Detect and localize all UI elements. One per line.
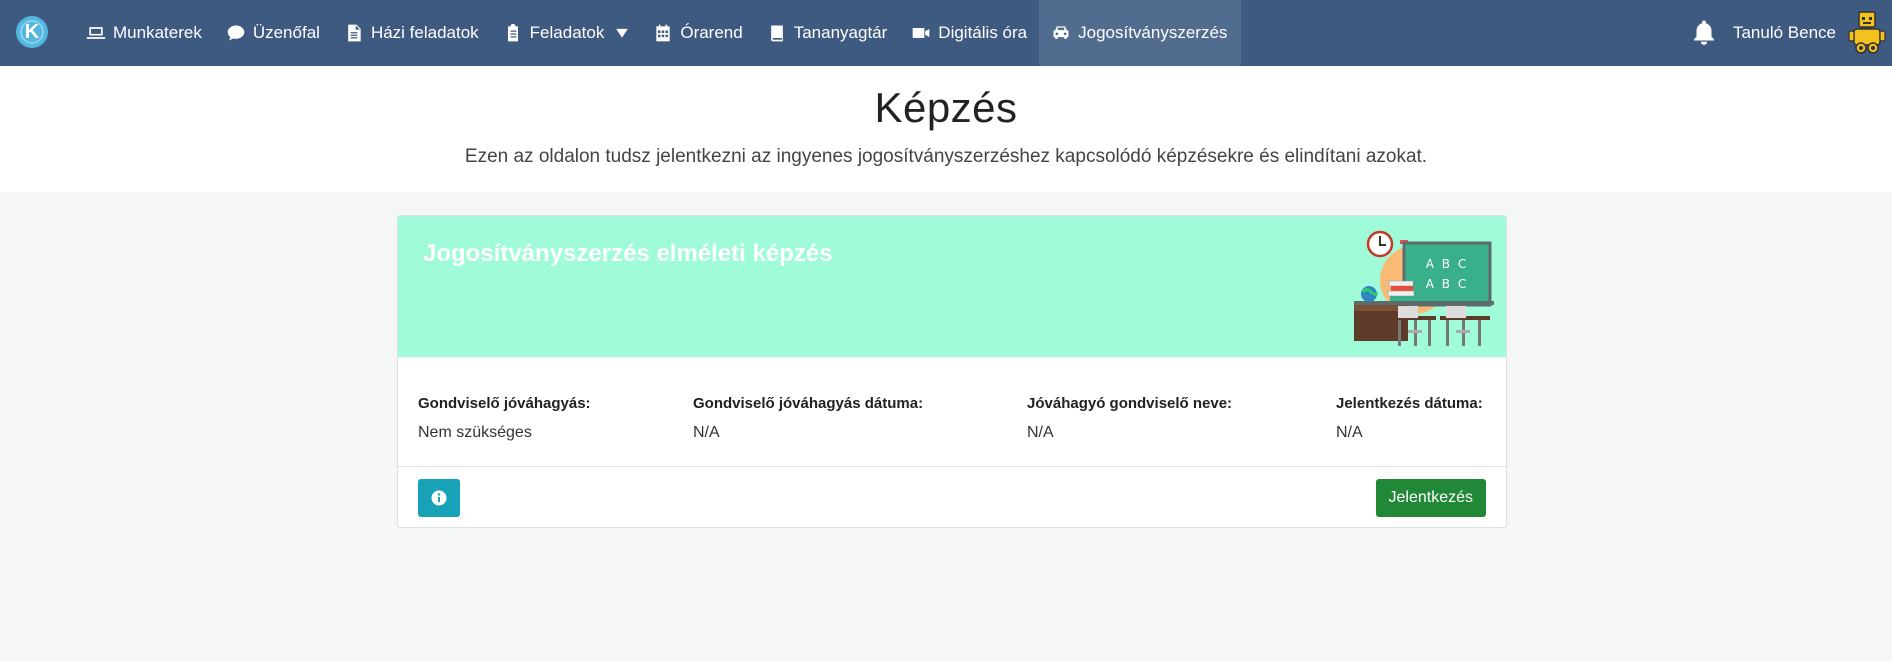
bell-icon[interactable]	[1689, 18, 1719, 48]
field-label: Gondviselő jóváhagyás dátuma:	[693, 395, 924, 412]
calendar-icon	[656, 24, 671, 42]
field-label: Jelentkezés dátuma:	[1336, 395, 1483, 412]
robot-avatar-icon[interactable]	[1848, 10, 1886, 56]
nav-item-label: Órarend	[680, 23, 743, 42]
nav-item-label: Üzenőfal	[252, 23, 320, 42]
info-button[interactable]	[418, 479, 460, 517]
clipboard-icon	[507, 23, 518, 42]
nav-user-area: Tanuló Bence	[1689, 0, 1892, 66]
nav-item-label: Jogosítványszerzés	[1078, 23, 1228, 42]
application-date-field: Jelentkezés dátuma: N/A	[1336, 395, 1483, 442]
car-icon	[1053, 26, 1069, 39]
user-name[interactable]: Tanuló Bence	[1733, 23, 1836, 43]
logo-icon[interactable]: K	[16, 16, 48, 48]
nav-item-munkaterek[interactable]: Munkaterek	[74, 0, 214, 66]
chat-bubble-icon	[227, 25, 245, 41]
field-value: N/A	[1336, 424, 1363, 441]
field-label: Jóváhagyó gondviselő neve:	[1027, 395, 1233, 412]
board-text-1: A B C	[1426, 257, 1468, 271]
laptop-icon	[86, 27, 106, 39]
nav-menu: Munkaterek Üzenőfal Házi feladatok Felad…	[74, 0, 1242, 66]
caret-down-icon	[616, 28, 629, 38]
guardian-approval-field: Gondviselő jóváhagyás: Nem szükséges	[418, 395, 591, 442]
guardian-approval-date-field: Gondviselő jóváhagyás dátuma: N/A	[693, 395, 923, 442]
video-camera-icon	[912, 28, 930, 38]
nav-item-digitalis-ora[interactable]: Digitális óra	[899, 0, 1039, 66]
nav-item-jogositvanyszerzes[interactable]: Jogosítványszerzés	[1039, 0, 1242, 66]
field-value: Nem szükséges	[418, 424, 532, 441]
page-title: Képzés	[874, 84, 1018, 131]
nav-item-label: Munkaterek	[113, 23, 202, 42]
field-label: Gondviselő jóváhagyás:	[418, 395, 591, 412]
nav-item-label: Digitális óra	[938, 23, 1028, 42]
field-value: N/A	[693, 424, 720, 441]
field-value: N/A	[1027, 424, 1054, 441]
nav-item-uzenofal[interactable]: Üzenőfal	[214, 0, 332, 66]
nav-item-label: Feladatok	[529, 23, 605, 42]
nav-item-hazi-feladatok[interactable]: Házi feladatok	[332, 0, 491, 66]
nav-item-feladatok[interactable]: Feladatok	[491, 0, 642, 66]
card-title: Jogosítványszerzés elméleti képzés	[423, 240, 833, 267]
info-circle-icon	[431, 490, 447, 506]
book-icon	[770, 25, 783, 42]
card-details: Gondviselő jóváhagyás: Nem szükséges Gon…	[398, 357, 1506, 467]
nav-item-tananyagtar[interactable]: Tananyagtár	[755, 0, 900, 66]
nav-item-label: Tananyagtár	[793, 23, 888, 42]
card-footer: Jelentkezés	[398, 467, 1506, 527]
top-navbar: K Munkaterek Üzenőfal Házi feladatok Fel…	[0, 0, 1892, 66]
nav-item-orarend[interactable]: Órarend	[641, 0, 754, 66]
board-text-2: A B C	[1426, 277, 1468, 291]
page-header: Képzés Ezen az oldalon tudsz jelentkezni…	[0, 66, 1892, 192]
apply-button[interactable]: Jelentkezés	[1375, 479, 1486, 517]
nav-item-label: Házi feladatok	[370, 23, 479, 42]
page-subtitle: Ezen az oldalon tudsz jelentkezni az ing…	[464, 146, 1428, 167]
card-banner: Jogosítványszerzés elméleti képzés A B C…	[398, 216, 1506, 357]
document-icon	[348, 24, 361, 42]
training-card: Jogosítványszerzés elméleti képzés A B C…	[397, 215, 1507, 528]
classroom-illustration: A B C A B C	[1354, 230, 1494, 346]
approving-guardian-name-field: Jóváhagyó gondviselő neve: N/A	[1027, 395, 1232, 442]
